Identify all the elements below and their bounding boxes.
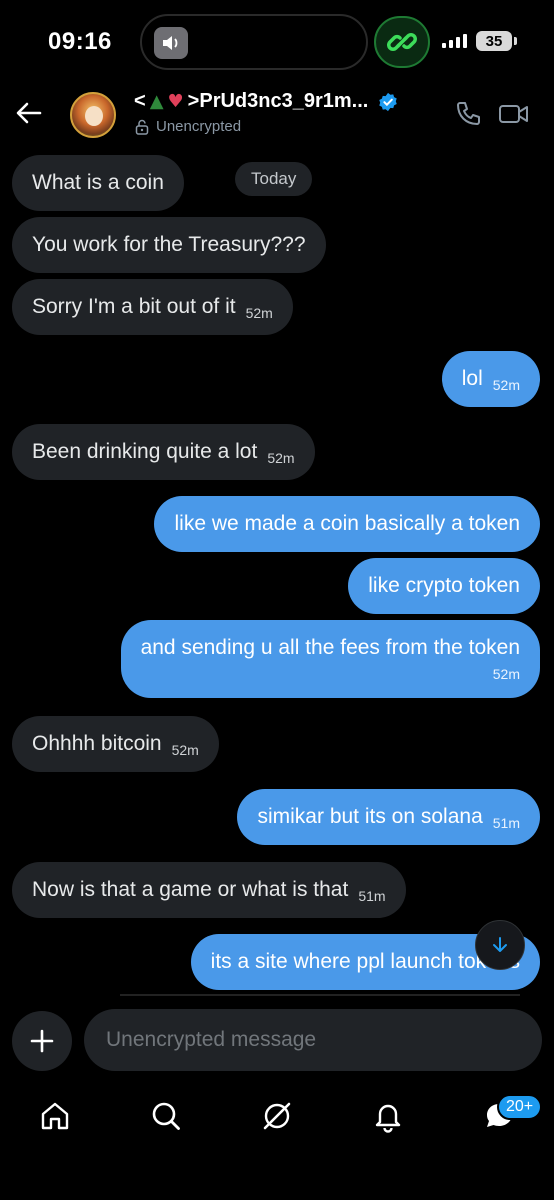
signal-icon [442, 34, 467, 48]
add-attachment-button[interactable] [12, 1011, 72, 1071]
tree-emoji-icon: ▲ [149, 91, 164, 112]
message-text: and sending u all the fees from the toke… [140, 636, 520, 659]
grok-icon[interactable] [259, 1098, 295, 1134]
encryption-label: Unencrypted [156, 118, 242, 135]
video-icon[interactable] [498, 100, 530, 128]
speaker-icon [154, 27, 188, 59]
message-input[interactable] [84, 1009, 542, 1071]
message-time: 51m [492, 815, 520, 831]
battery-level: 35 [476, 31, 512, 51]
message-incoming[interactable]: Been drinking quite a lot 52m [12, 424, 315, 480]
message-text: You work for the Treasury??? [32, 233, 306, 256]
scroll-to-bottom-button[interactable] [475, 920, 525, 970]
heart-emoji-icon: ♥ [167, 91, 184, 112]
message-incoming[interactable]: What is a coin [12, 155, 184, 211]
message-text: What is a coin [32, 171, 164, 194]
home-icon[interactable] [37, 1098, 73, 1134]
encryption-status: Unencrypted [134, 118, 241, 135]
message-text: Been drinking quite a lot [32, 440, 258, 463]
title-prefix: < [134, 90, 146, 112]
message-time: 52m [492, 666, 520, 682]
verified-badge-icon [379, 92, 398, 111]
message-text: lol [461, 367, 483, 390]
bottom-nav [0, 1086, 554, 1146]
message-time: 52m [245, 305, 273, 321]
messages-badge: 20+ [497, 1094, 543, 1120]
message-incoming[interactable]: Sorry I'm a bit out of it 52m [12, 279, 293, 335]
message-text: like we made a coin basically a token [174, 512, 520, 535]
message-text: simikar but its on solana [257, 805, 483, 828]
back-arrow-icon[interactable] [14, 98, 44, 128]
dynamic-island [140, 14, 368, 70]
message-time: 52m [267, 450, 295, 466]
date-separator: Today [235, 162, 313, 196]
status-bar: 09:16 35 [0, 0, 554, 84]
message-text: Now is that a game or what is that [32, 878, 349, 901]
lock-open-icon [135, 119, 149, 135]
avatar[interactable] [70, 92, 116, 138]
status-time: 09:16 [48, 28, 112, 55]
battery-tip [514, 37, 517, 45]
message-time: 51m [358, 888, 386, 904]
message-outgoing[interactable]: simikar but its on solana 51m [237, 789, 540, 845]
message-text: like crypto token [368, 574, 520, 597]
message-time: 52m [492, 377, 520, 393]
plus-icon [30, 1029, 54, 1053]
chat-header: < ▲ ♥ >PrUd3nc3_9r1m... Unencrypted [0, 84, 554, 146]
message-incoming[interactable]: Now is that a game or what is that 51m [12, 862, 406, 918]
search-icon[interactable] [148, 1098, 184, 1134]
message-time: 52m [171, 742, 199, 758]
title-name: >PrUd3nc3_9r1m... [187, 90, 369, 112]
message-text: Ohhhh bitcoin [32, 732, 162, 755]
message-text: its a site where ppl launch tokens [210, 950, 520, 973]
link-icon [374, 16, 430, 68]
message-text: Sorry I'm a bit out of it [32, 295, 236, 318]
message-incoming[interactable]: Ohhhh bitcoin 52m [12, 716, 219, 772]
message-outgoing[interactable]: like crypto token [348, 558, 540, 614]
message-outgoing[interactable]: like we made a coin basically a token [154, 496, 540, 552]
divider [120, 994, 520, 996]
message-outgoing[interactable]: and sending u all the fees from the toke… [120, 620, 540, 698]
conversation-title[interactable]: < ▲ ♥ >PrUd3nc3_9r1m... [134, 90, 398, 113]
message-outgoing[interactable]: lol 52m [441, 351, 540, 407]
bell-icon[interactable] [370, 1098, 406, 1134]
arrow-down-icon [493, 937, 507, 952]
message-incoming[interactable]: You work for the Treasury??? [12, 217, 326, 273]
phone-icon[interactable] [454, 100, 482, 128]
